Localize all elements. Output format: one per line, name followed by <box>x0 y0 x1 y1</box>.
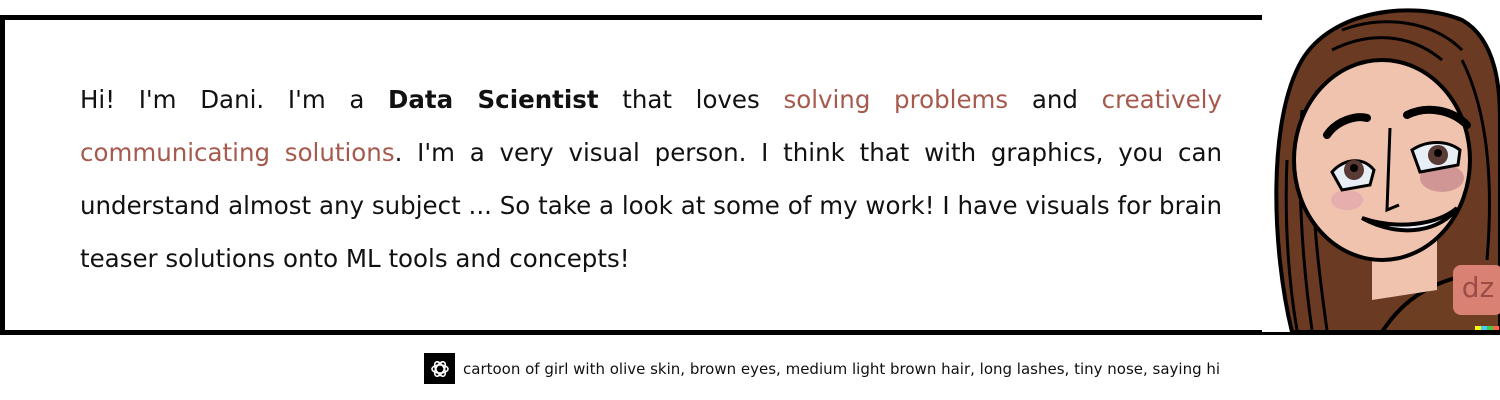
openai-logo-icon <box>424 353 455 384</box>
intro-part: and <box>1008 85 1102 114</box>
intro-part: that loves <box>598 85 784 114</box>
intro-text: Hi! I'm Dani. I'm a Data Scientist that … <box>80 73 1222 285</box>
intro-part: Hi! I'm Dani. I'm a <box>80 85 389 114</box>
caption-text: cartoon of girl with olive skin, brown e… <box>463 359 1221 378</box>
cartoon-portrait-icon: dz <box>1262 0 1500 332</box>
role-text: Data Scientist <box>388 85 599 114</box>
watermark-text: dz <box>1462 271 1494 304</box>
image-caption: cartoon of girl with olive skin, brown e… <box>424 353 1220 384</box>
highlight-solving-problems: solving problems <box>783 85 1009 114</box>
